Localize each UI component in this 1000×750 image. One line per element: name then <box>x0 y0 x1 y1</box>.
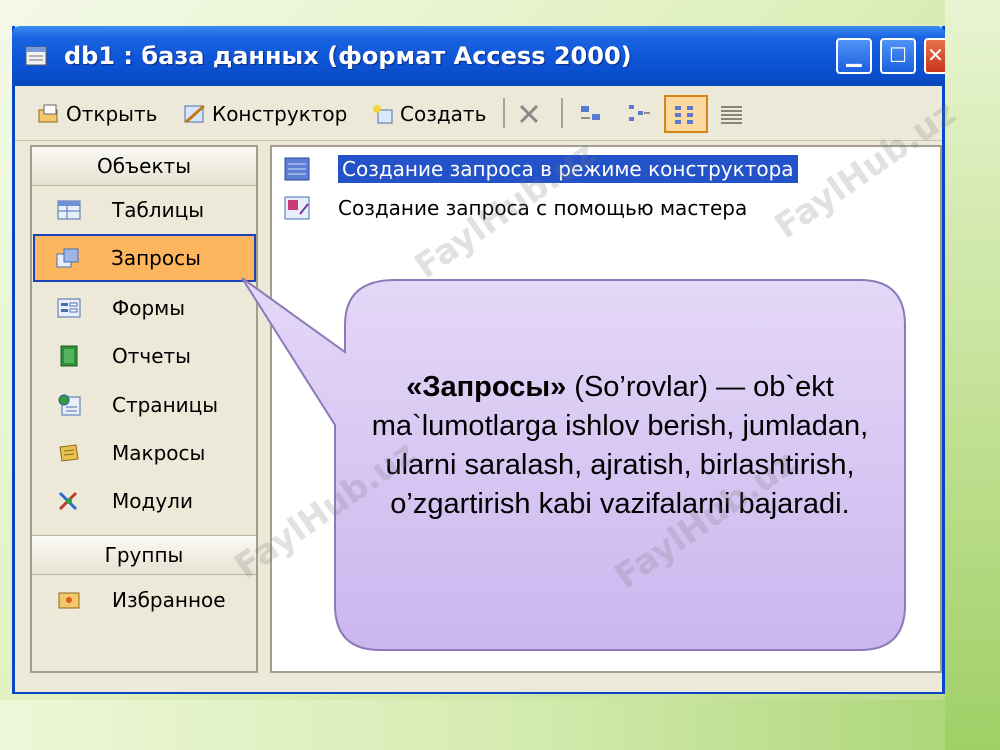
callout-text: «Запросы» (So’rovlar) — ob`ekt ma`lumotl… <box>350 368 890 524</box>
callout-bold-term: «Запросы» <box>406 371 567 403</box>
